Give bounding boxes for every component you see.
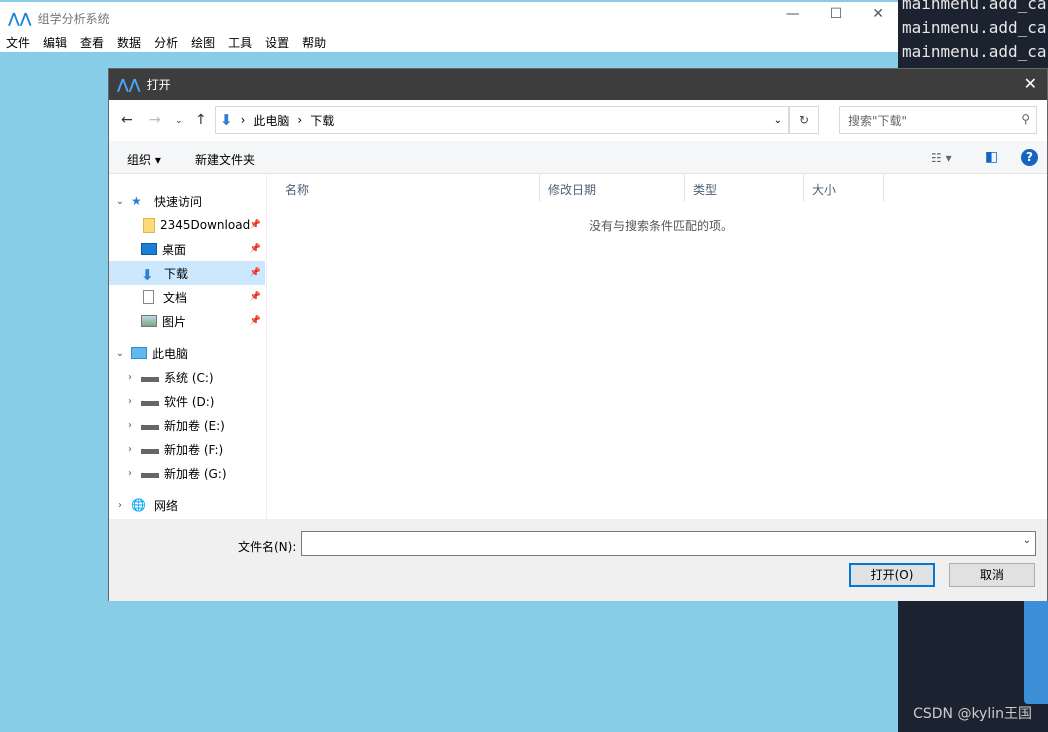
- download-icon: ⬇: [141, 266, 154, 284]
- pin-icon[interactable]: 📌: [250, 268, 261, 278]
- organize-button[interactable]: 组织 ▾: [127, 151, 161, 168]
- search-icon: ⚲: [1021, 112, 1030, 126]
- drive-icon: [141, 372, 159, 382]
- empty-message: 没有与搜索条件匹配的项。: [589, 219, 734, 233]
- dialog-footer: 文件名(N): ⌄ 打开(O) 取消: [109, 519, 1047, 601]
- nav-drive-e[interactable]: › 新加卷 (E:): [109, 413, 265, 437]
- nav-network[interactable]: › 🌐 网络: [109, 493, 265, 517]
- chevron-down-icon[interactable]: ⌄: [109, 348, 131, 359]
- pictures-icon: [141, 315, 157, 327]
- dialog-title-bar: ⋀⋀ 打开: [109, 69, 1047, 100]
- recent-dropdown-icon[interactable]: ⌄: [175, 116, 183, 126]
- breadcrumb-this-pc[interactable]: 此电脑: [253, 112, 289, 129]
- nav-item-pictures[interactable]: 图片 📌: [109, 309, 265, 333]
- toolbar: 组织 ▾ 新建文件夹 ☷ ▾ ◧ ?: [109, 141, 1047, 174]
- chevron-right-icon[interactable]: ›: [109, 500, 131, 511]
- chevron-right-icon[interactable]: ›: [119, 468, 141, 479]
- pin-icon[interactable]: 📌: [250, 244, 261, 254]
- nav-item-downloads[interactable]: ⬇ 下载 📌: [109, 261, 265, 285]
- nav-drive-d[interactable]: › 软件 (D:): [109, 389, 265, 413]
- chevron-down-icon[interactable]: ⌄: [1023, 535, 1031, 546]
- watermark: CSDN @kylin王国: [913, 706, 1032, 722]
- address-bar[interactable]: ⬇ › 此电脑 › 下载 ⌄: [215, 106, 789, 134]
- search-placeholder: 搜索"下载": [848, 113, 908, 128]
- nav-drive-g[interactable]: › 新加卷 (G:): [109, 461, 265, 485]
- menu-tools[interactable]: 工具: [228, 34, 252, 51]
- dialog-title: 打开: [146, 78, 171, 92]
- minimize-button[interactable]: —: [786, 6, 800, 22]
- open-button[interactable]: 打开(O): [849, 563, 935, 587]
- terminal-line: mainmenu.add_ca: [902, 42, 1047, 61]
- search-input[interactable]: 搜索"下载" ⚲: [839, 106, 1037, 134]
- menu-plot[interactable]: 绘图: [191, 34, 215, 51]
- refresh-icon: ↻: [798, 113, 810, 127]
- document-icon: [143, 290, 154, 304]
- app-logo-icon: ⋀⋀: [8, 10, 32, 27]
- menu-data[interactable]: 数据: [117, 34, 141, 51]
- network-icon: 🌐: [131, 498, 146, 512]
- menu-analysis[interactable]: 分析: [154, 34, 178, 51]
- app-title-bar: ⋀⋀ 组学分析系统: [8, 10, 110, 27]
- terminal-line: mainmenu.add_ca: [902, 18, 1047, 37]
- download-icon: ⬇: [220, 111, 233, 129]
- computer-icon: [131, 347, 147, 359]
- chevron-down-icon[interactable]: ⌄: [109, 196, 131, 207]
- nav-item-documents[interactable]: 文档 📌: [109, 285, 265, 309]
- new-folder-button[interactable]: 新建文件夹: [195, 151, 255, 168]
- chevron-right-icon[interactable]: ›: [119, 420, 141, 431]
- maximize-button[interactable]: ☐: [830, 6, 843, 22]
- forward-button[interactable]: →: [149, 112, 161, 128]
- drive-icon: [141, 396, 159, 406]
- help-button[interactable]: ?: [1021, 149, 1038, 166]
- view-options-icon[interactable]: ☷ ▾: [931, 151, 952, 165]
- chevron-right-icon[interactable]: ›: [119, 396, 141, 407]
- drive-icon: [141, 420, 159, 430]
- drive-icon: [141, 444, 159, 454]
- filename-label: 文件名(N):: [238, 540, 297, 554]
- pin-icon[interactable]: 📌: [250, 292, 261, 302]
- folder-icon: [143, 217, 155, 233]
- file-list-header: 名称 修改日期 类型 大小: [267, 174, 1047, 202]
- menu-file[interactable]: 文件: [6, 34, 30, 51]
- menu-settings[interactable]: 设置: [265, 34, 289, 51]
- nav-quick-access[interactable]: ⌄ ★ 快速访问: [109, 189, 265, 213]
- drive-icon: [141, 468, 159, 478]
- desktop-icon: [141, 243, 157, 255]
- nav-item-desktop[interactable]: 桌面 📌: [109, 237, 265, 261]
- dialog-close-button[interactable]: ✕: [1024, 74, 1037, 93]
- menu-help[interactable]: 帮助: [302, 34, 326, 51]
- side-panel[interactable]: [1024, 598, 1048, 704]
- menu-view[interactable]: 查看: [80, 34, 104, 51]
- chevron-right-icon[interactable]: ›: [119, 444, 141, 455]
- up-button[interactable]: ↑: [195, 112, 207, 128]
- column-type[interactable]: 类型: [685, 174, 804, 202]
- navigation-pane: ⌄ ★ 快速访问 2345Download 📌 桌面 📌 ⬇ 下载 📌 文档 📌 图片 📌 ⌄ 此…: [109, 174, 267, 519]
- column-date[interactable]: 修改日期: [540, 174, 685, 202]
- pin-icon[interactable]: 📌: [250, 220, 261, 230]
- filename-input[interactable]: ⌄: [301, 531, 1036, 556]
- nav-drive-c[interactable]: › 系统 (C:): [109, 365, 265, 389]
- close-button[interactable]: ✕: [872, 6, 884, 22]
- breadcrumb-downloads[interactable]: 下载: [310, 112, 334, 129]
- terminal-line: mainmenu.add_ca: [902, 0, 1047, 13]
- menu-bar: 文件 编辑 查看 数据 分析 绘图 工具 设置 帮助: [6, 34, 326, 51]
- back-button[interactable]: ←: [121, 112, 133, 128]
- app-window: ⋀⋀ 组学分析系统 — ☐ ✕ 文件 编辑 查看 数据 分析 绘图 工具 设置 …: [0, 2, 898, 52]
- nav-this-pc[interactable]: ⌄ 此电脑: [109, 341, 265, 365]
- open-file-dialog: ⋀⋀ 打开 ✕ ← → ⌄ ↑ ⬇ › 此电脑 › 下载 ⌄ ↻ 搜索"下载" …: [108, 68, 1048, 601]
- refresh-button[interactable]: ↻: [789, 106, 819, 134]
- app-title: 组学分析系统: [37, 12, 110, 26]
- chevron-right-icon[interactable]: ›: [119, 372, 141, 383]
- nav-item-2345download[interactable]: 2345Download 📌: [109, 213, 265, 237]
- pin-icon[interactable]: 📌: [250, 316, 261, 326]
- preview-pane-icon[interactable]: ◧: [985, 149, 998, 165]
- nav-drive-f[interactable]: › 新加卷 (F:): [109, 437, 265, 461]
- column-name[interactable]: 名称: [267, 174, 540, 202]
- cancel-button[interactable]: 取消: [949, 563, 1035, 587]
- app-logo-icon: ⋀⋀: [117, 76, 141, 93]
- menu-edit[interactable]: 编辑: [43, 34, 67, 51]
- address-dropdown-icon[interactable]: ⌄: [774, 115, 782, 126]
- star-icon: ★: [131, 194, 142, 208]
- column-size[interactable]: 大小: [804, 174, 884, 202]
